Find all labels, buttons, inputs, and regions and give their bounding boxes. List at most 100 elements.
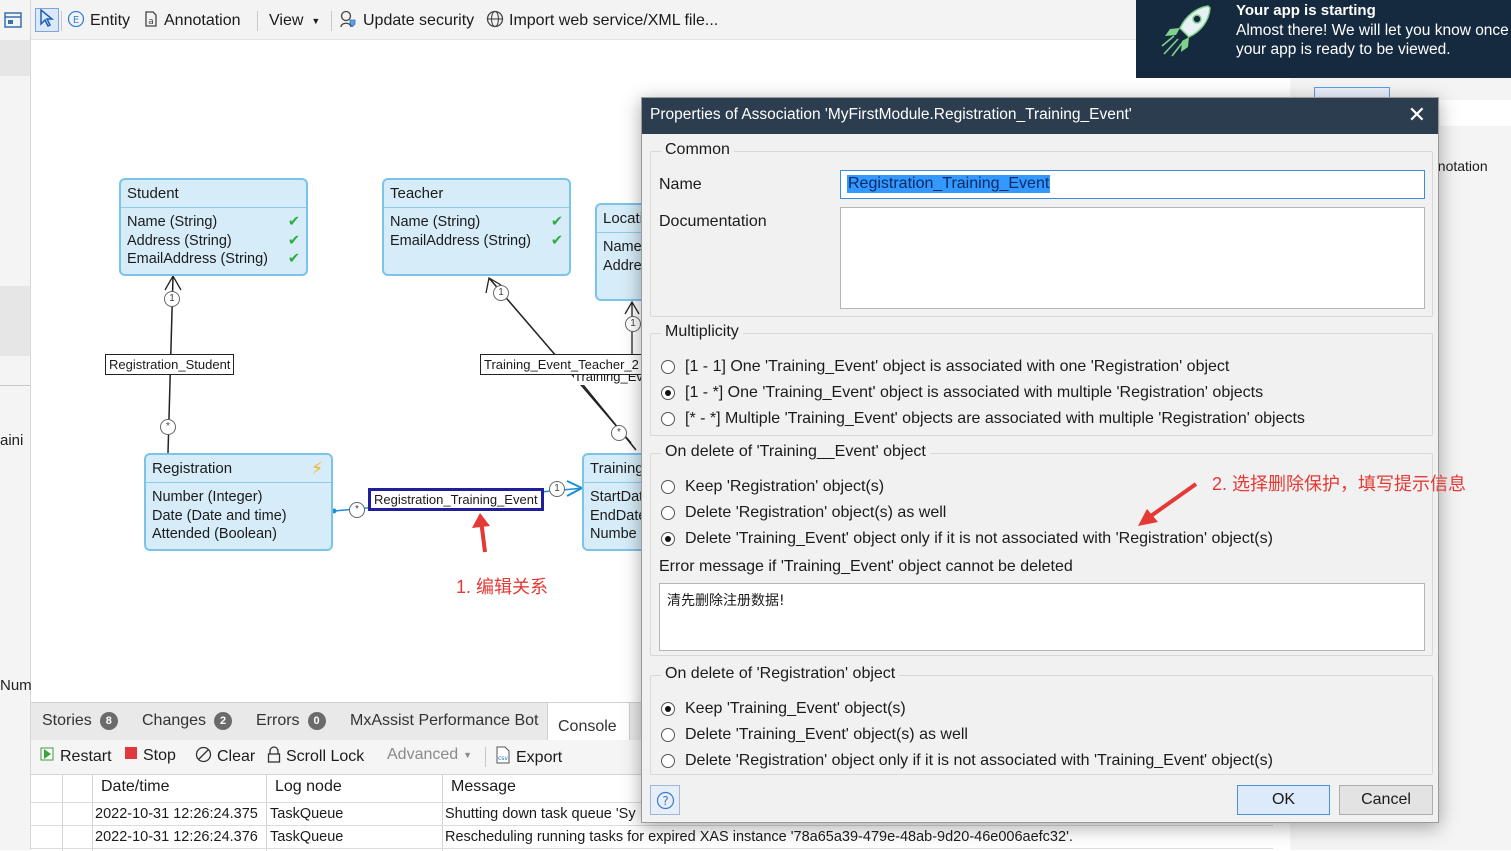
tab-mxassist-performance-bot[interactable]: MxAssist Performance Bot bbox=[350, 712, 539, 730]
entity-attribute[interactable]: Attended (Boolean) bbox=[146, 525, 331, 544]
view-menu-button[interactable]: View ▼ bbox=[269, 9, 320, 33]
multiplicity-option-many-to-many[interactable]: [* - *] Multiple 'Training_Event' object… bbox=[661, 410, 1305, 428]
radio-button[interactable] bbox=[661, 728, 675, 742]
error-message-value: 清先删除注册数据! bbox=[667, 593, 785, 609]
table-row[interactable]: 2022-10-31 12:26:24.376 TaskQueue Resche… bbox=[31, 826, 1273, 849]
log-datetime: 2022-10-31 12:26:24.375 bbox=[95, 806, 258, 822]
domain-model-canvas[interactable]: 1 * 1 * 1 * 1 Student Name (String) ✔ Add… bbox=[31, 40, 641, 702]
globe-icon bbox=[486, 10, 504, 33]
entity-attribute[interactable]: Number (Integer) bbox=[146, 488, 331, 507]
entity-attribute[interactable]: Name bbox=[597, 238, 641, 257]
entity-title: Locati bbox=[597, 205, 641, 233]
entity-student[interactable]: Student Name (String) ✔ Address (String) ✔… bbox=[119, 178, 308, 276]
export-button[interactable]: csv Export bbox=[495, 746, 562, 769]
cancel-button[interactable]: Cancel bbox=[1339, 785, 1433, 815]
restart-button[interactable]: Restart bbox=[39, 746, 112, 767]
entity-button[interactable]: E Entity bbox=[67, 9, 130, 33]
entity-attribute[interactable]: Name (String) ✔ bbox=[384, 213, 569, 232]
entity-attribute[interactable]: EmailAddress (String) ✔ bbox=[384, 232, 569, 251]
association-label-registration-training-event[interactable]: Registration_Training_Event bbox=[368, 488, 544, 511]
tab-changes[interactable]: Changes 2 bbox=[142, 712, 233, 730]
help-button[interactable]: ? bbox=[650, 785, 680, 815]
question-circle-icon: ? bbox=[656, 791, 675, 814]
radio-button-selected[interactable] bbox=[661, 532, 675, 546]
entity-attribute[interactable]: EmailAddress (String) ✔ bbox=[121, 250, 306, 269]
check-icon: ✔ bbox=[287, 214, 300, 230]
entity-title: Training bbox=[584, 455, 641, 483]
entity-attribute[interactable]: Name (String) ✔ bbox=[121, 213, 306, 232]
stories-count-badge: 8 bbox=[99, 712, 118, 730]
multiplicity-one-marker: 1 bbox=[164, 291, 180, 307]
delete-training-option-prevent[interactable]: Delete 'Training_Event' object only if i… bbox=[661, 530, 1273, 548]
name-label: Name bbox=[659, 176, 702, 193]
delete-registration-option-cascade[interactable]: Delete 'Training_Event' object(s) as wel… bbox=[661, 726, 968, 744]
svg-text:E: E bbox=[73, 15, 79, 26]
radio-button[interactable] bbox=[661, 360, 675, 374]
entity-attribute[interactable]: StartDat bbox=[584, 488, 641, 507]
entity-registration[interactable]: Registration ⚡ Number (Integer) Date (Dat… bbox=[144, 453, 333, 551]
app-starting-notification[interactable]: Your app is starting Almost there! We wi… bbox=[1136, 0, 1511, 78]
tab-stories[interactable]: Stories 8 bbox=[42, 712, 118, 730]
scroll-lock-button[interactable]: Scroll Lock bbox=[267, 746, 364, 768]
dialog-title-bar[interactable]: Properties of Association 'MyFirstModule… bbox=[642, 98, 1438, 134]
annotation-icon: a bbox=[143, 10, 159, 33]
entity-attribute[interactable]: Address (String) ✔ bbox=[121, 232, 306, 251]
dropdown-arrow-icon: ▼ bbox=[311, 16, 321, 26]
radio-button[interactable] bbox=[661, 754, 675, 768]
left-panel-cut-text: aini bbox=[0, 432, 24, 449]
multiplicity-option-one-to-many[interactable]: [1 - *] One 'Training_Event' object is a… bbox=[661, 384, 1263, 402]
annotation-note-delete-protection: 2. 选择删除保护，填写提示信息 bbox=[1212, 474, 1467, 494]
update-security-button[interactable]: Update security bbox=[338, 9, 474, 33]
annotation-note-edit-association: 1. 编辑关系 bbox=[456, 577, 549, 597]
entity-attribute[interactable]: EndDate bbox=[584, 507, 641, 526]
entity-teacher[interactable]: Teacher Name (String) ✔ EmailAddress (Str… bbox=[382, 178, 571, 276]
rocket-icon bbox=[1156, 2, 1218, 64]
select-tool-button[interactable] bbox=[35, 7, 59, 32]
svg-text:?: ? bbox=[662, 794, 668, 808]
error-message-textarea[interactable]: 清先删除注册数据! bbox=[659, 583, 1425, 651]
multiplicity-group: Multiplicity [1 - 1] One 'Training_Event… bbox=[650, 323, 1433, 436]
column-header-log-node[interactable]: Log node bbox=[275, 778, 342, 796]
entity-attribute[interactable]: Addre bbox=[597, 257, 641, 276]
delete-registration-option-prevent[interactable]: Delete 'Registration' object only if it … bbox=[661, 752, 1273, 770]
entity-title: Student bbox=[121, 180, 306, 208]
radio-button-selected[interactable] bbox=[661, 702, 675, 716]
delete-registration-option-keep[interactable]: Keep 'Training_Event' object(s) bbox=[661, 700, 906, 718]
entity-location[interactable]: Locati Name Addre bbox=[595, 203, 641, 301]
annotation-button[interactable]: a Annotation bbox=[143, 9, 241, 33]
radio-button[interactable] bbox=[661, 412, 675, 426]
multiplicity-legend: Multiplicity bbox=[661, 323, 743, 341]
multiplicity-option-one-to-one[interactable]: [1 - 1] One 'Training_Event' object is a… bbox=[661, 358, 1229, 376]
association-label-registration-student[interactable]: Registration_Student bbox=[105, 354, 235, 375]
ok-button[interactable]: OK bbox=[1237, 785, 1330, 815]
layout-icon[interactable] bbox=[3, 10, 23, 34]
stop-button[interactable]: Stop bbox=[124, 746, 176, 765]
svg-text:a: a bbox=[148, 17, 154, 27]
multiplicity-many-marker: * bbox=[160, 419, 176, 435]
radio-button[interactable] bbox=[661, 506, 675, 520]
lock-icon bbox=[267, 746, 281, 768]
annotation-arrow bbox=[1138, 482, 1198, 526]
column-header-datetime[interactable]: Date/time bbox=[101, 778, 169, 796]
left-side-panel: aini Num bbox=[0, 0, 32, 850]
delete-training-option-cascade[interactable]: Delete 'Registration' object(s) as well bbox=[661, 504, 946, 522]
clear-button[interactable]: Clear bbox=[195, 746, 255, 768]
log-node: TaskQueue bbox=[270, 806, 344, 822]
association-label-training-event-teacher[interactable]: Training_Event_Teacher_2 bbox=[480, 354, 641, 375]
radio-button-selected[interactable] bbox=[661, 386, 675, 400]
tab-console[interactable]: Console bbox=[547, 703, 630, 741]
entity-icon: E bbox=[67, 10, 85, 33]
close-icon[interactable]: ✕ bbox=[1408, 102, 1426, 128]
documentation-textarea[interactable] bbox=[840, 207, 1425, 309]
import-web-service-button[interactable]: Import web service/XML file... bbox=[486, 9, 718, 33]
delete-training-option-keep[interactable]: Keep 'Registration' object(s) bbox=[661, 478, 884, 496]
entity-training-event[interactable]: Training StartDat EndDate Numbe bbox=[582, 453, 641, 551]
stop-icon bbox=[124, 746, 138, 765]
column-header-message[interactable]: Message bbox=[451, 778, 516, 796]
tab-errors[interactable]: Errors 0 bbox=[256, 712, 326, 730]
radio-button[interactable] bbox=[661, 480, 675, 494]
entity-attribute[interactable]: Numbe bbox=[584, 525, 641, 544]
name-field[interactable]: Registration_Training_Event bbox=[840, 170, 1425, 199]
entity-attribute[interactable]: Date (Date and time) bbox=[146, 507, 331, 526]
advanced-menu-button[interactable]: Advanced ▼ bbox=[387, 746, 472, 764]
